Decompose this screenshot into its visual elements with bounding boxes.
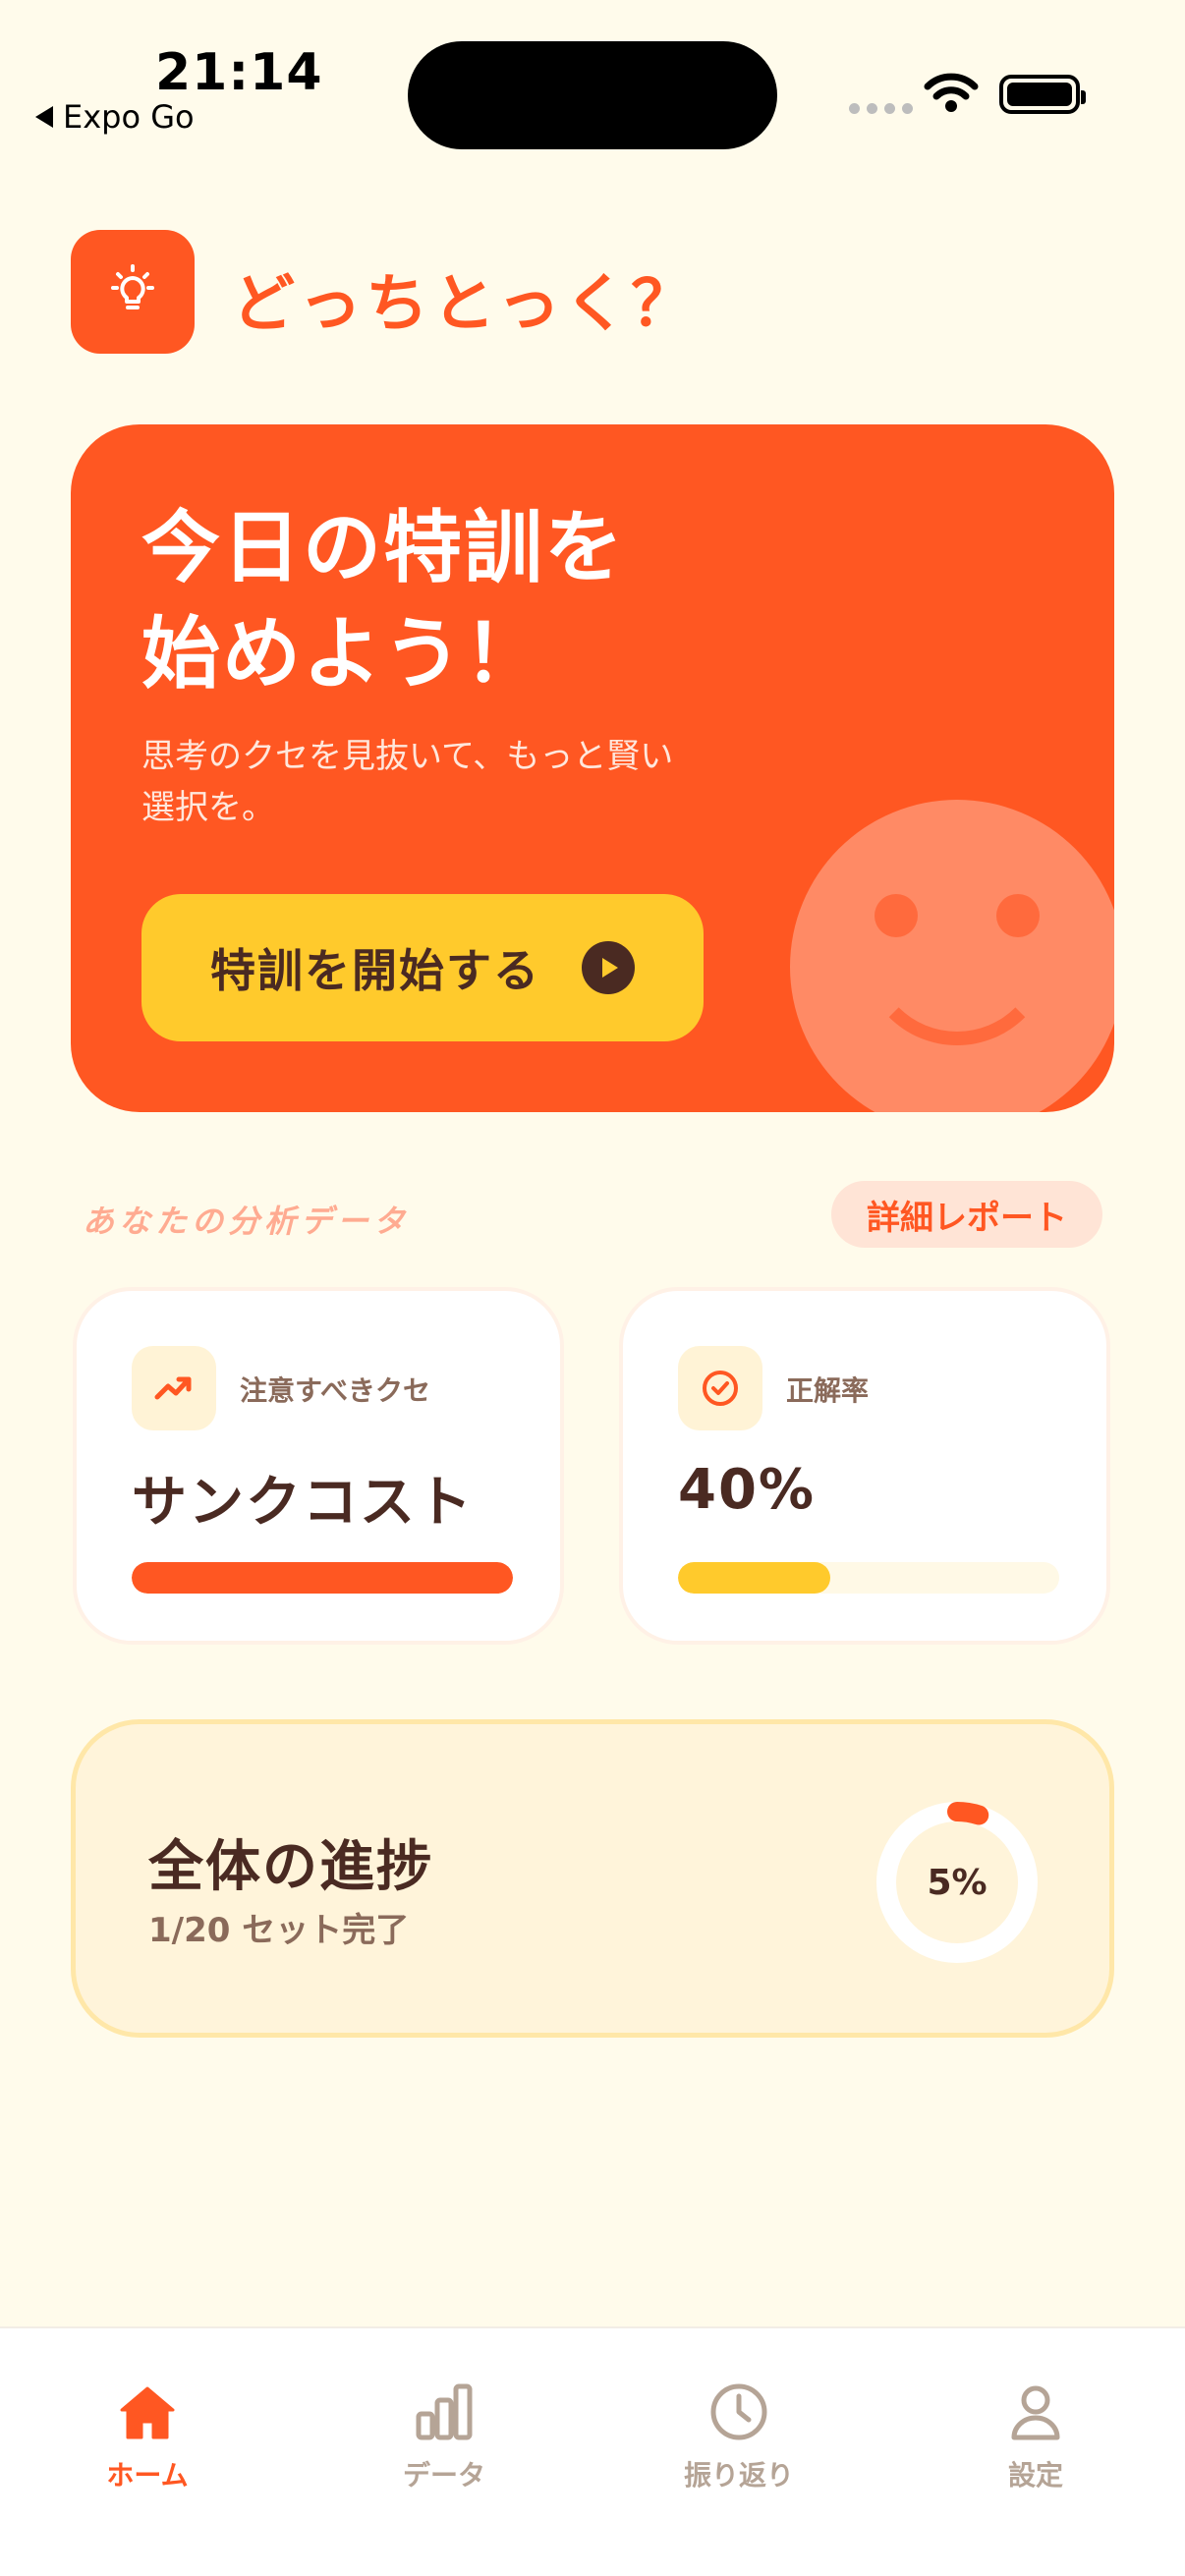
bias-card[interactable]: 注意すべきクセ サンクコスト xyxy=(73,1287,564,1645)
hero-subtitle-line: 選択を。 xyxy=(141,788,275,827)
tab-review-label: 振り返り xyxy=(683,2459,794,2492)
hero-title-line: 今日の特訓を xyxy=(141,502,625,593)
tab-home-label: ホーム xyxy=(106,2459,189,2492)
overall-progress-title: 全体の進捗 xyxy=(148,1835,433,1899)
analysis-section-label: あなたの分析データ xyxy=(83,1203,411,1240)
battery-icon xyxy=(999,75,1086,114)
signal-dots-icon xyxy=(849,103,913,114)
back-to-expo-go[interactable]: Expo Go xyxy=(35,98,195,136)
wifi-icon xyxy=(924,73,979,112)
tab-review[interactable]: 振り返り xyxy=(641,2378,837,2493)
bias-progress-bar xyxy=(132,1562,513,1594)
back-arrow-icon xyxy=(35,106,53,128)
bias-card-value: サンクコスト xyxy=(132,1471,474,1535)
tab-home[interactable]: ホーム xyxy=(49,2378,246,2493)
tab-settings[interactable]: 設定 xyxy=(937,2378,1134,2493)
hero-card: 今日の特訓を 始めよう！ 思考のクセを見抜いて、もっと賢い 選択を。 特訓を開始… xyxy=(71,424,1114,1112)
accuracy-progress-bar xyxy=(678,1562,1059,1594)
trending-up-icon xyxy=(154,1376,192,1400)
status-time: 21:14 xyxy=(155,43,323,102)
overall-progress-subtitle: 1/20 セット完了 xyxy=(148,1911,410,1950)
accuracy-card-value: 40% xyxy=(678,1458,817,1522)
smiley-icon xyxy=(790,800,1114,1112)
progress-percent: 5% xyxy=(927,1862,988,1903)
person-icon xyxy=(1011,2385,1060,2440)
dynamic-island xyxy=(408,41,777,149)
hero-title-line: 始めよう！ xyxy=(141,608,544,700)
play-icon xyxy=(582,941,635,994)
back-label: Expo Go xyxy=(63,98,195,136)
tab-settings-label: 設定 xyxy=(1007,2459,1063,2492)
start-training-button[interactable]: 特訓を開始する xyxy=(141,894,704,1041)
hero-subtitle-line: 思考のクセを見抜いて、もっと賢い xyxy=(141,737,674,776)
hero-subtitle: 思考のクセを見抜いて、もっと賢い 選択を。 xyxy=(141,731,770,833)
lightbulb-icon xyxy=(111,264,154,309)
logo-badge xyxy=(71,230,195,354)
home-icon xyxy=(120,2386,175,2439)
bottom-tab-bar: ホーム データ 振り返り 設定 xyxy=(0,2326,1185,2576)
clock-icon xyxy=(710,2383,767,2440)
tab-data[interactable]: データ xyxy=(346,2378,542,2493)
hero-title: 今日の特訓を 始めよう！ xyxy=(141,495,625,707)
accuracy-progress-fill xyxy=(678,1562,831,1594)
accuracy-card[interactable]: 正解率 40% xyxy=(619,1287,1110,1645)
accuracy-card-label: 正解率 xyxy=(786,1374,870,1407)
home-screen: 21:14 Expo Go どっちとっく？ 今日の特訓を 始めよう！ 思考のクセ… xyxy=(0,0,1185,2576)
bias-progress-fill xyxy=(132,1562,513,1594)
check-circle-icon xyxy=(703,1371,738,1406)
app-title: どっちとっく？ xyxy=(232,268,699,341)
overall-progress-card[interactable]: 全体の進捗 1/20 セット完了 5% xyxy=(71,1719,1114,2038)
bias-card-label: 注意すべきクセ xyxy=(240,1374,431,1407)
start-training-label: 特訓を開始する xyxy=(210,944,540,997)
detail-report-button[interactable]: 詳細レポート xyxy=(831,1181,1102,1248)
tab-data-label: データ xyxy=(402,2459,485,2492)
bar-chart-icon xyxy=(416,2383,473,2440)
